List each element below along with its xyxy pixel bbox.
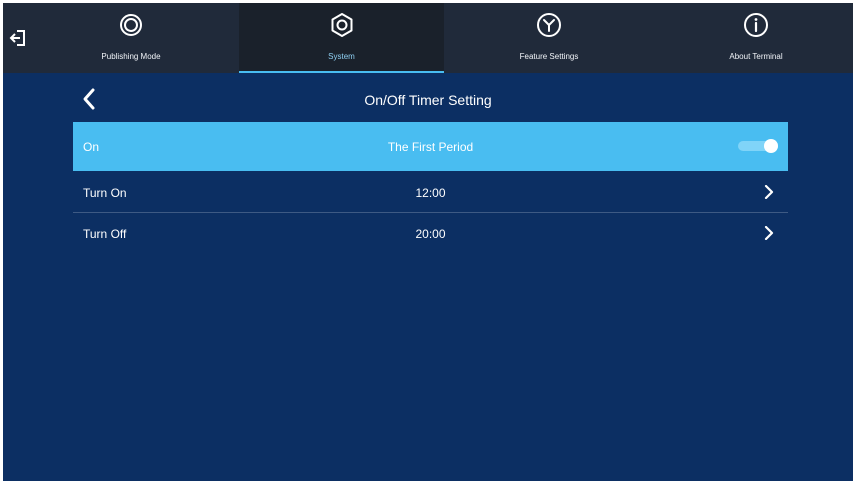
tab-label: System xyxy=(328,52,355,61)
chevron-right-icon xyxy=(764,226,774,240)
tab-about-terminal[interactable]: About Terminal xyxy=(688,3,824,73)
turn-off-row[interactable]: Turn Off 20:00 xyxy=(73,213,788,253)
tab-system[interactable]: System xyxy=(239,3,444,73)
tab-label: Publishing Mode xyxy=(101,52,161,61)
tab-label: About Terminal xyxy=(729,52,783,61)
row-value: The First Period xyxy=(387,140,474,154)
period-toggle-row[interactable]: On The First Period xyxy=(73,122,788,171)
period-toggle[interactable] xyxy=(738,139,778,153)
app-window: Publishing Mode System Feature Settings xyxy=(3,3,853,481)
turn-on-row[interactable]: Turn On 12:00 xyxy=(73,172,788,213)
exit-button[interactable] xyxy=(7,27,29,49)
row-value: 20:00 xyxy=(415,227,446,241)
gear-icon xyxy=(331,13,352,37)
tab-feature-settings[interactable]: Feature Settings xyxy=(481,3,617,73)
active-tab-indicator xyxy=(239,71,444,73)
page-title: On/Off Timer Setting xyxy=(364,92,492,108)
chevron-right-icon xyxy=(764,185,774,199)
y-circle-icon xyxy=(537,13,561,37)
exit-icon xyxy=(9,30,25,46)
row-value: 12:00 xyxy=(415,186,446,200)
ring-icon xyxy=(120,14,142,36)
top-nav-bar: Publishing Mode System Feature Settings xyxy=(3,3,853,73)
toggle-knob xyxy=(764,139,778,153)
info-icon xyxy=(744,13,768,37)
tab-label: Feature Settings xyxy=(519,52,579,61)
tab-publishing-mode[interactable]: Publishing Mode xyxy=(63,3,199,73)
